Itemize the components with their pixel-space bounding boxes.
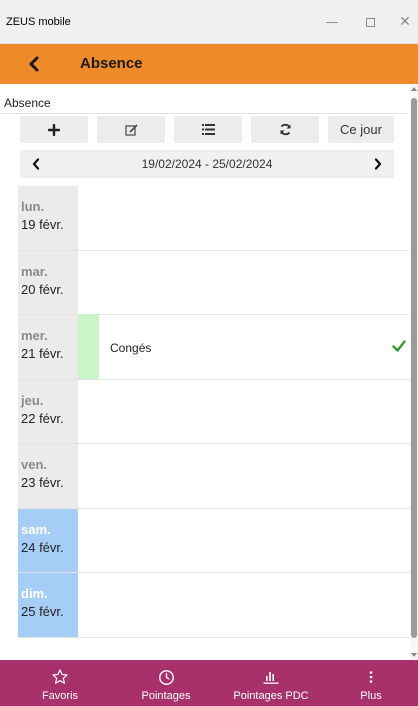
day-label: mer. 21 févr.: [18, 315, 78, 379]
day-label: jeu. 22 févr.: [18, 379, 78, 443]
edit-button[interactable]: [97, 116, 165, 143]
day-label: dim. 25 févr.: [18, 573, 78, 637]
day-date: 23 févr.: [21, 475, 64, 490]
maximize-button[interactable]: [356, 10, 384, 34]
page-title: Absence: [80, 55, 143, 72]
nav-label: Pointages PDC: [233, 690, 309, 702]
day-row-monday[interactable]: lun. 19 févr.: [18, 186, 410, 251]
day-name: mer.: [21, 328, 48, 343]
close-icon: ✕: [399, 14, 411, 30]
edit-icon: [124, 123, 138, 136]
vertical-scrollbar[interactable]: [410, 84, 418, 660]
day-name: mar.: [21, 263, 48, 279]
day-name: lun.: [21, 199, 45, 214]
refresh-button[interactable]: [251, 116, 319, 143]
day-date: 24 févr.: [21, 539, 64, 555]
day-row-friday[interactable]: ven. 23 févr.: [18, 444, 410, 509]
day-label: lun. 19 févr.: [18, 186, 78, 250]
list-icon: [201, 124, 215, 135]
maximize-icon: [365, 17, 375, 27]
week-navigator: 19/02/2024 - 25/02/2024: [20, 150, 394, 178]
check-icon: [392, 340, 406, 352]
day-row-tuesday[interactable]: mar. 20 févr.: [18, 250, 410, 315]
back-button[interactable]: [20, 50, 48, 78]
bar-chart-icon: [263, 672, 279, 684]
section-label: Absence: [4, 96, 51, 110]
absence-event-marker: [78, 315, 99, 379]
minimize-icon: —: [325, 14, 339, 30]
nav-pointages-pdc[interactable]: Pointages PDC: [218, 660, 324, 706]
add-button[interactable]: [20, 116, 88, 143]
nav-plus[interactable]: Plus: [346, 660, 396, 706]
app-header: Absence: [0, 44, 418, 84]
day-row-saturday[interactable]: sam. 24 févr.: [18, 508, 410, 573]
day-label: mar. 20 févr.: [18, 250, 78, 314]
today-button[interactable]: Ce jour: [328, 116, 394, 143]
week-range: 19/02/2024 - 25/02/2024: [141, 157, 273, 171]
day-date: 19 févr.: [21, 217, 64, 232]
main-content: Absence Ce jour 19/02/2024 - 25/02/2024 …: [0, 84, 410, 660]
chevron-left-icon: [29, 56, 39, 72]
bottom-navigation: Favoris Pointages Pointages PDC Plus: [0, 660, 418, 706]
list-view-button[interactable]: [174, 116, 242, 143]
day-name: sam.: [21, 521, 51, 537]
chevron-right-icon: [374, 158, 382, 170]
window-titlebar: ZEUS mobile — ✕: [0, 0, 418, 44]
day-name: jeu.: [21, 392, 44, 408]
day-row-wednesday[interactable]: mer. 21 févr. Congés: [18, 315, 410, 380]
nav-label: Plus: [360, 690, 382, 702]
day-name: ven.: [21, 457, 48, 472]
close-button[interactable]: ✕: [391, 10, 418, 34]
scroll-up-arrow-icon[interactable]: [411, 86, 417, 92]
window-title: ZEUS mobile: [6, 16, 71, 28]
day-date: 21 févr.: [21, 346, 64, 361]
day-date: 25 févr.: [21, 604, 64, 619]
nav-favoris[interactable]: Favoris: [30, 660, 90, 706]
toolbar: Ce jour: [0, 116, 410, 144]
scroll-down-arrow-icon[interactable]: [411, 652, 417, 658]
scrollbar-thumb[interactable]: [411, 98, 417, 638]
nav-pointages[interactable]: Pointages: [126, 660, 206, 706]
next-week-button[interactable]: [368, 154, 388, 174]
week-day-list: lun. 19 févr. mar. 20 févr. mer. 21 févr…: [18, 186, 410, 638]
day-name: dim.: [21, 586, 48, 601]
refresh-icon: [279, 123, 291, 136]
day-date: 22 févr.: [21, 410, 64, 426]
day-row-sunday[interactable]: dim. 25 févr.: [18, 573, 410, 638]
day-row-thursday[interactable]: jeu. 22 févr.: [18, 379, 410, 444]
more-vertical-icon: [369, 671, 373, 683]
absence-event-label[interactable]: Congés: [110, 341, 151, 355]
star-icon: [52, 669, 68, 684]
plus-icon: [48, 123, 60, 136]
day-label: sam. 24 févr.: [18, 508, 78, 572]
nav-label: Pointages: [141, 690, 191, 702]
clock-icon: [158, 669, 174, 685]
day-label: ven. 23 févr.: [18, 444, 78, 508]
section-divider: [0, 113, 408, 114]
minimize-button[interactable]: —: [318, 10, 346, 34]
nav-label: Favoris: [41, 690, 79, 702]
today-button-label: Ce jour: [340, 122, 382, 137]
day-date: 20 févr.: [21, 281, 64, 297]
